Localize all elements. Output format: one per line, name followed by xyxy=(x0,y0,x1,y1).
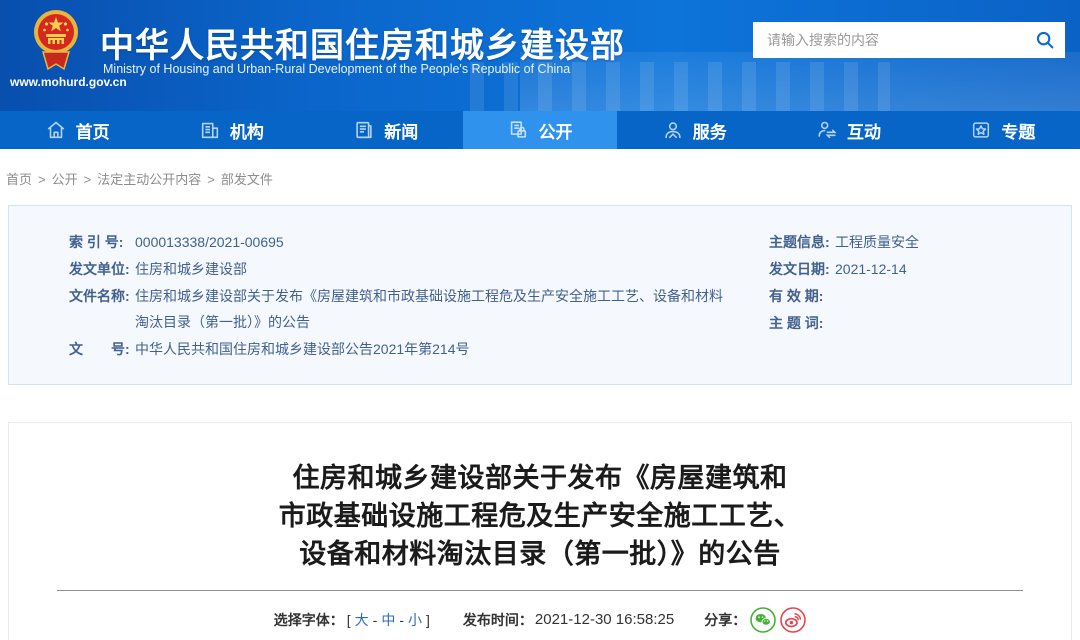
meta-label: 发文单位: xyxy=(69,256,135,282)
nav-label: 公开 xyxy=(538,118,572,143)
meta-value: 工程质量安全 xyxy=(835,229,919,255)
font-size-selector: 选择字体： [ 大 - 中 - 小 ] xyxy=(274,607,433,633)
meta-value: 中华人民共和国住房和城乡建设部公告2021年第214号 xyxy=(135,336,470,362)
breadcrumb-separator: > xyxy=(38,172,46,187)
meta-row-keywords: 主 题 词: xyxy=(769,310,919,336)
nav-item-services[interactable]: 服务 xyxy=(617,111,771,149)
meta-row-topic-info: 主题信息: 工程质量安全 xyxy=(769,229,919,255)
meta-right-column: 主题信息: 工程质量安全 发文日期: 2021-12-14 有 效 期: 主 题… xyxy=(769,229,919,337)
search-button[interactable] xyxy=(1025,22,1065,58)
nav-label: 机构 xyxy=(230,118,264,143)
meta-value: 2021-12-14 xyxy=(835,256,907,282)
breadcrumb-home[interactable]: 首页 xyxy=(6,172,32,187)
special-topics-icon xyxy=(970,119,992,141)
article-title: 住房和城乡建设部关于发布《房屋建筑和 市政基础设施工程危及生产安全施工工艺、 设… xyxy=(9,459,1071,573)
national-emblem-logo xyxy=(33,9,79,73)
share-icons xyxy=(750,607,806,633)
meta-row-validity-period: 有 效 期: xyxy=(769,283,919,309)
nav-item-news[interactable]: 新闻 xyxy=(309,111,463,149)
meta-label: 文件名称: xyxy=(69,283,135,335)
article-title-line: 住房和城乡建设部关于发布《房屋建筑和 xyxy=(9,459,1071,497)
site-subtitle-en: Ministry of Housing and Urban-Rural Deve… xyxy=(103,62,570,76)
site-url: www.mohurd.gov.cn xyxy=(10,75,127,89)
weibo-icon xyxy=(780,607,806,633)
nav-label: 新闻 xyxy=(384,118,418,143)
meta-label: 索 引 号: xyxy=(69,229,135,255)
font-size-large-button[interactable]: 大 xyxy=(355,607,369,633)
font-size-medium-button[interactable]: 中 xyxy=(381,607,395,633)
nav-label: 首页 xyxy=(76,118,110,143)
breadcrumb-ministry-documents[interactable]: 部发文件 xyxy=(221,172,273,187)
bracket: ] xyxy=(426,607,430,633)
article-meta-row: 选择字体： [ 大 - 中 - 小 ] 发布时间： 2021-12-30 16:… xyxy=(9,607,1071,633)
nav-item-interaction[interactable]: 互动 xyxy=(771,111,925,149)
meta-row-index-number: 索 引 号: 000013338/2021-00695 xyxy=(69,229,759,255)
font-selector-label: 选择字体： xyxy=(274,607,344,633)
nav-label: 服务 xyxy=(693,118,727,143)
meta-left-column: 索 引 号: 000013338/2021-00695 发文单位: 住房和城乡建… xyxy=(69,229,759,362)
nav-item-disclosure[interactable]: 公开 xyxy=(463,111,617,149)
weibo-share-button[interactable] xyxy=(780,607,806,633)
meta-row-document-number: 文 号: 中华人民共和国住房和城乡建设部公告2021年第214号 xyxy=(69,336,759,362)
search-box xyxy=(753,22,1065,58)
breadcrumb-disclosure[interactable]: 公开 xyxy=(52,172,78,187)
organization-icon xyxy=(199,119,221,141)
wechat-share-button[interactable] xyxy=(750,607,776,633)
meta-label: 主 题 词: xyxy=(769,310,835,336)
service-icon xyxy=(662,119,684,141)
wechat-icon xyxy=(750,607,776,633)
news-icon xyxy=(353,119,375,141)
main-nav: 首页 机构 新闻 公开 服务 互动 xyxy=(0,111,1080,149)
publish-time-label: 发布时间： xyxy=(463,607,533,633)
document-meta-panel: 索 引 号: 000013338/2021-00695 发文单位: 住房和城乡建… xyxy=(8,205,1072,385)
share-label: 分享： xyxy=(704,607,746,633)
meta-value: 住房和城乡建设部 xyxy=(135,256,247,282)
title-divider xyxy=(57,590,1023,591)
home-icon xyxy=(45,119,67,141)
font-size-small-button[interactable]: 小 xyxy=(408,607,422,633)
site-header: 中华人民共和国住房和城乡建设部 Ministry of Housing and … xyxy=(0,0,1080,111)
publish-time-value: 2021-12-30 16:58:25 xyxy=(535,607,674,633)
meta-label: 发文日期: xyxy=(769,256,835,282)
interaction-icon xyxy=(816,119,838,141)
nav-item-organization[interactable]: 机构 xyxy=(154,111,308,149)
meta-label: 有 效 期: xyxy=(769,283,835,309)
meta-value: 000013338/2021-00695 xyxy=(135,229,284,255)
magnifier-icon xyxy=(1034,29,1056,51)
nav-label: 互动 xyxy=(847,118,881,143)
site-title: 中华人民共和国住房和城乡建设部 xyxy=(100,18,625,67)
meta-value: 住房和城乡建设部关于发布《房屋建筑和市政基础设施工程危及生产安全施工工艺、设备和… xyxy=(135,283,735,335)
search-input[interactable] xyxy=(753,22,1025,58)
nav-item-special-topics[interactable]: 专题 xyxy=(926,111,1080,149)
meta-row-issue-date: 发文日期: 2021-12-14 xyxy=(769,256,919,282)
disclosure-icon xyxy=(507,119,529,141)
breadcrumb: 首页 > 公开 > 法定主动公开内容 > 部发文件 xyxy=(0,149,1080,205)
meta-label: 主题信息: xyxy=(769,229,835,255)
bracket: [ xyxy=(347,607,351,633)
article-container: 住房和城乡建设部关于发布《房屋建筑和 市政基础设施工程危及生产安全施工工艺、 设… xyxy=(8,422,1072,640)
article-title-line: 市政基础设施工程危及生产安全施工工艺、 xyxy=(9,497,1071,535)
nav-item-home[interactable]: 首页 xyxy=(0,111,154,149)
breadcrumb-statutory-content[interactable]: 法定主动公开内容 xyxy=(97,172,201,187)
meta-row-document-name: 文件名称: 住房和城乡建设部关于发布《房屋建筑和市政基础设施工程危及生产安全施工… xyxy=(69,283,759,335)
meta-row-issuing-unit: 发文单位: 住房和城乡建设部 xyxy=(69,256,759,282)
nav-label: 专题 xyxy=(1001,118,1035,143)
breadcrumb-separator: > xyxy=(207,172,215,187)
breadcrumb-separator: > xyxy=(84,172,92,187)
separator: - xyxy=(373,607,378,633)
article-title-line: 设备和材料淘汰目录（第一批）》的公告 xyxy=(9,535,1071,573)
separator: - xyxy=(399,607,404,633)
meta-label: 文 号: xyxy=(69,336,135,362)
